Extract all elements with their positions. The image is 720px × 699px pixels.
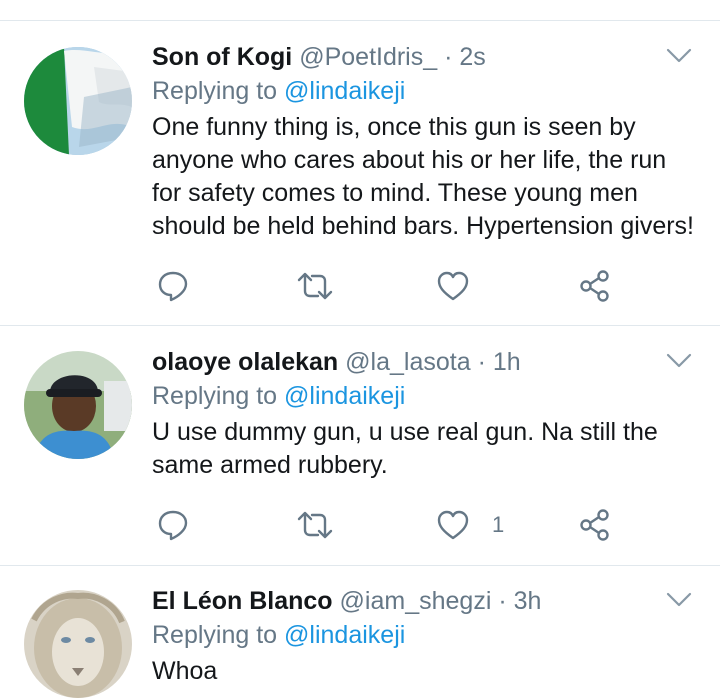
share-icon: [580, 509, 609, 541]
retweet-icon: [297, 511, 333, 539]
username[interactable]: @la_lasota: [345, 348, 470, 376]
top-divider: [0, 20, 720, 21]
tweet-header: Son of Kogi @PoetIdris_ · 2s: [152, 41, 700, 73]
tweet-divider: [0, 325, 720, 326]
avatar[interactable]: [24, 590, 132, 698]
tweet-text: Whoa: [152, 657, 218, 685]
tweet-divider: [0, 565, 720, 566]
like-button[interactable]: 1: [436, 505, 504, 545]
replying-to-label: Replying to: [152, 621, 278, 649]
share-button[interactable]: [578, 266, 612, 306]
username[interactable]: @PoetIdris_: [299, 43, 437, 71]
replying-to-label: Replying to: [152, 77, 278, 105]
reply-button[interactable]: [156, 505, 190, 545]
mention-link[interactable]: @lindaikeji: [284, 621, 405, 649]
reply-icon: [158, 271, 188, 302]
separator: ·: [498, 587, 507, 615]
chevron-down-icon[interactable]: [666, 592, 692, 608]
display-name[interactable]: olaoye olalekan: [152, 348, 338, 376]
display-name[interactable]: El Léon Blanco: [152, 587, 333, 615]
timestamp[interactable]: 1h: [493, 348, 521, 376]
username[interactable]: @iam_shegzi: [340, 587, 492, 615]
like-count: 1: [492, 512, 505, 537]
tweet-actions: [152, 266, 622, 306]
chevron-down-icon[interactable]: [666, 48, 692, 64]
avatar[interactable]: [24, 47, 132, 155]
mention-link[interactable]: @lindaikeji: [284, 382, 405, 410]
timestamp[interactable]: 3h: [514, 587, 542, 615]
tweet-content: olaoye olalekan @la_lasota · 1h Replying…: [152, 346, 700, 482]
like-button[interactable]: [436, 266, 492, 306]
reply-button[interactable]: [156, 266, 190, 306]
tweet-text: One funny thing is, once this gun is see…: [152, 113, 695, 240]
tweet-header: El Léon Blanco @iam_shegzi · 3h: [152, 585, 700, 617]
share-button[interactable]: [578, 505, 612, 545]
replying-to: Replying to @lindaikeji: [152, 75, 700, 107]
heart-icon: [437, 271, 469, 301]
separator: ·: [444, 43, 453, 71]
heart-icon: [437, 510, 469, 540]
chevron-down-icon[interactable]: [666, 353, 692, 369]
replying-to: Replying to @lindaikeji: [152, 619, 700, 651]
display-name[interactable]: Son of Kogi: [152, 43, 292, 71]
tweet-content: Son of Kogi @PoetIdris_ · 2s Replying to…: [152, 41, 700, 243]
retweet-button[interactable]: [296, 266, 334, 306]
tweet-header: olaoye olalekan @la_lasota · 1h: [152, 346, 700, 378]
tweet-text: U use dummy gun, u use real gun. Na stil…: [152, 418, 658, 479]
share-icon: [580, 270, 609, 302]
replying-to: Replying to @lindaikeji: [152, 380, 700, 412]
retweet-button[interactable]: [296, 505, 334, 545]
retweet-icon: [297, 272, 333, 300]
tweet-content: El Léon Blanco @iam_shegzi · 3h Replying…: [152, 585, 700, 688]
tweet-actions: 1: [152, 505, 622, 545]
timestamp[interactable]: 2s: [459, 43, 485, 71]
replying-to-label: Replying to: [152, 382, 278, 410]
avatar[interactable]: [24, 351, 132, 459]
mention-link[interactable]: @lindaikeji: [284, 77, 405, 105]
separator: ·: [477, 348, 486, 376]
reply-icon: [158, 510, 188, 541]
